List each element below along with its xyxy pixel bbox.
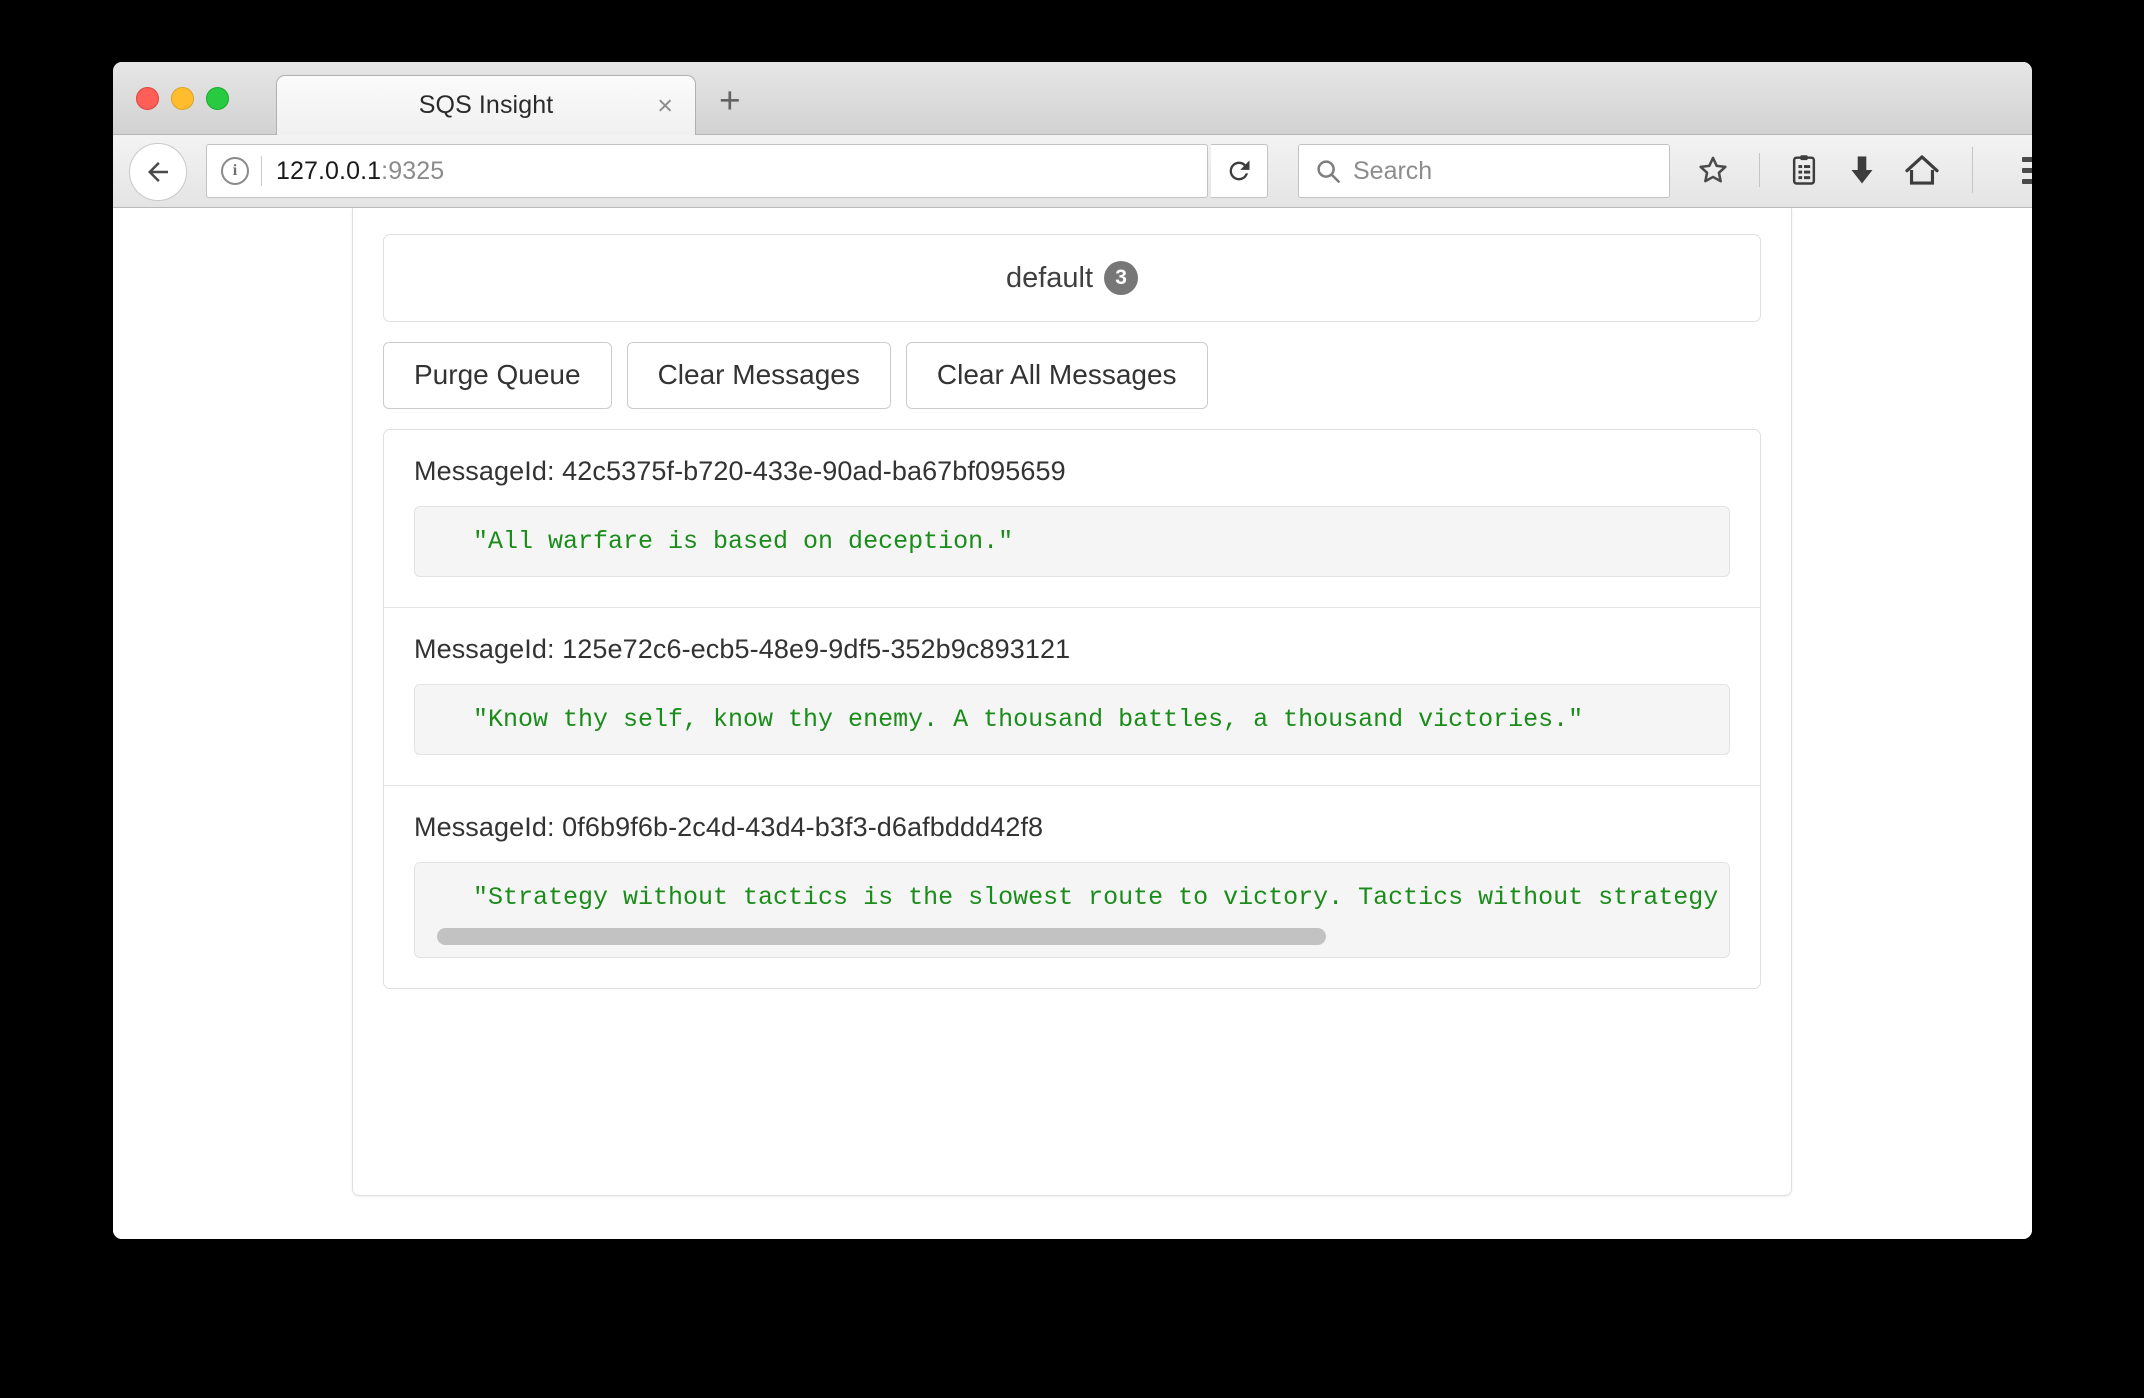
message-item: MessageId: 0f6b9f6b-2c4d-43d4-b3f3-d6afb…: [384, 786, 1760, 988]
close-icon[interactable]: ×: [657, 92, 673, 119]
url-host: 127.0.0.1: [276, 156, 382, 185]
message-body-block: "Strategy without tactics is the slowest…: [414, 861, 1730, 958]
download-arrow-icon: [1851, 156, 1873, 184]
message-body-text: "Know thy self, know thy enemy. A thousa…: [473, 704, 1584, 734]
page-viewport: default 3 Purge Queue Clear Messages Cle…: [113, 208, 2032, 1239]
message-item: MessageId: 125e72c6-ecb5-48e9-9df5-352b9…: [384, 608, 1760, 786]
menu-bar-2: [2022, 167, 2032, 173]
reload-button[interactable]: [1211, 144, 1268, 198]
browser-tab-sqs-insight[interactable]: SQS Insight ×: [276, 75, 696, 135]
url-divider: [261, 156, 262, 186]
queue-actions-toolbar: Purge Queue Clear Messages Clear All Mes…: [383, 342, 1761, 409]
menu-bar-3: [2022, 178, 2032, 184]
purge-queue-button[interactable]: Purge Queue: [383, 342, 612, 409]
clear-messages-button[interactable]: Clear Messages: [626, 342, 891, 409]
window-controls: [136, 87, 229, 110]
message-body-block: "Know thy self, know thy enemy. A thousa…: [414, 683, 1730, 755]
address-input[interactable]: i 127.0.0.1:9325: [206, 144, 1208, 198]
message-item: MessageId: 42c5375f-b720-433e-90ad-ba67b…: [384, 430, 1760, 608]
tab-title: SQS Insight: [418, 91, 554, 119]
bookmark-button[interactable]: [1696, 153, 1730, 187]
message-id-label: MessageId: 125e72c6-ecb5-48e9-9df5-352b9…: [414, 633, 1071, 664]
message-id-label: MessageId: 0f6b9f6b-2c4d-43d4-b3f3-d6afb…: [414, 811, 1044, 842]
reader-list-icon: [1792, 155, 1816, 185]
menu-bar-1: [2022, 156, 2032, 162]
scrollbar-thumb[interactable]: [437, 927, 1326, 945]
reader-list-button[interactable]: [1789, 154, 1819, 186]
messages-list: MessageId: 42c5375f-b720-433e-90ad-ba67b…: [383, 428, 1761, 989]
tab-strip: SQS Insight × +: [113, 62, 2032, 135]
url-port: :9325: [381, 156, 445, 185]
star-icon: [1699, 156, 1727, 183]
browser-window: SQS Insight × + i 127.0.0.1:9325 Search …: [113, 62, 2032, 1239]
minimize-window-button[interactable]: [171, 87, 194, 110]
url-text: 127.0.0.1:9325: [276, 157, 444, 186]
message-count-badge: 3: [1104, 261, 1139, 295]
back-arrow-icon: [148, 162, 168, 182]
app-container: default 3 Purge Queue Clear Messages Cle…: [352, 208, 1792, 1196]
app-content: default 3 Purge Queue Clear Messages Cle…: [353, 208, 1791, 1029]
toolbar-divider: [1759, 153, 1760, 187]
queue-header-panel: default 3: [383, 234, 1761, 322]
search-placeholder: Search: [1353, 156, 1433, 185]
url-bar: i 127.0.0.1:9325 Search: [206, 144, 2032, 198]
horizontal-scrollbar[interactable]: [437, 927, 1707, 945]
maximize-window-button[interactable]: [206, 87, 229, 110]
new-tab-button[interactable]: +: [719, 82, 741, 119]
hamburger-menu-icon[interactable]: [2022, 156, 2032, 184]
clear-all-messages-button[interactable]: Clear All Messages: [905, 342, 1208, 409]
search-icon: [1317, 160, 1340, 183]
back-button[interactable]: [129, 143, 187, 201]
navigation-toolbar: i 127.0.0.1:9325 Search: [113, 135, 2032, 208]
site-info-icon[interactable]: i: [221, 157, 249, 185]
downloads-button[interactable]: [1848, 154, 1876, 186]
message-body-text: "All warfare is based on deception.": [473, 526, 1014, 556]
reload-icon: [1229, 160, 1250, 181]
queue-title: default 3: [1005, 261, 1139, 295]
home-icon: [1905, 155, 1939, 185]
close-window-button[interactable]: [136, 87, 159, 110]
toolbar-icons: [1696, 144, 2032, 196]
menu-divider: [1972, 147, 1973, 193]
home-button[interactable]: [1905, 154, 1939, 186]
queue-name-label: default: [1005, 261, 1094, 294]
message-id-label: MessageId: 42c5375f-b720-433e-90ad-ba67b…: [414, 455, 1066, 486]
message-body-text: "Strategy without tactics is the slowest…: [473, 882, 1719, 912]
message-body-block: "All warfare is based on deception.": [414, 505, 1730, 577]
search-input[interactable]: Search: [1298, 144, 1670, 198]
